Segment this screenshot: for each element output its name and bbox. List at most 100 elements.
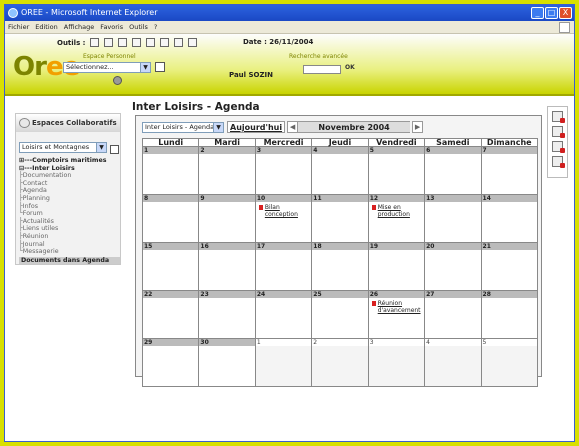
day-number[interactable]: 11 (312, 195, 368, 202)
home-icon[interactable] (155, 62, 165, 72)
share-document-icon[interactable] (552, 156, 565, 168)
menu-help[interactable]: ? (154, 23, 157, 31)
day-number[interactable]: 19 (368, 243, 425, 250)
home-icon[interactable] (110, 145, 119, 154)
close-button[interactable]: X (559, 7, 572, 19)
day-cell[interactable]: 12 Mise en production (367, 194, 426, 243)
event-link[interactable]: Réunion d'avancement (369, 298, 424, 314)
menu-outils[interactable]: Outils (129, 23, 148, 31)
day-cell[interactable]: 1 (254, 338, 313, 387)
day-number[interactable]: 9 (199, 195, 255, 202)
tree-item[interactable]: └Messagerie (19, 248, 120, 256)
day-cell[interactable]: 19 (367, 242, 426, 291)
day-number[interactable]: 3 (368, 339, 425, 346)
day-cell[interactable]: 8 (141, 194, 200, 243)
day-number[interactable]: 14 (481, 195, 537, 202)
search-icon[interactable] (174, 38, 184, 47)
day-cell[interactable]: 27 (424, 290, 482, 339)
day-number[interactable]: 3 (255, 147, 312, 154)
day-cell[interactable]: 7 (480, 146, 539, 195)
tree-item[interactable]: └Forum (19, 210, 120, 218)
edit-icon[interactable] (104, 38, 114, 47)
day-cell[interactable]: 25 (311, 290, 369, 339)
menu-affichage[interactable]: Affichage (64, 23, 95, 31)
menu-favoris[interactable]: Favoris (100, 23, 123, 31)
tree-item[interactable]: ├Documentation (19, 172, 120, 180)
day-cell[interactable]: 30 (198, 338, 256, 387)
day-number[interactable]: 29 (143, 339, 199, 346)
help-icon[interactable] (146, 38, 156, 47)
day-cell[interactable]: 5 (480, 338, 539, 387)
menu-fichier[interactable]: Fichier (8, 23, 29, 31)
day-number[interactable]: 24 (255, 291, 312, 298)
day-cell[interactable]: 24 (254, 290, 313, 339)
day-number[interactable]: 7 (481, 147, 537, 154)
day-cell[interactable]: 13 (424, 194, 482, 243)
event-link[interactable]: Mise en production (369, 202, 424, 218)
day-number[interactable]: 23 (199, 291, 255, 298)
tree-item[interactable]: ├Réunion (19, 233, 120, 241)
search-ok-button[interactable]: OK (345, 64, 355, 71)
day-cell[interactable]: 26 Réunion d'avancement (367, 290, 426, 339)
advanced-search-link[interactable]: Recherche avancée (289, 53, 348, 60)
day-cell[interactable]: 6 (424, 146, 482, 195)
day-number[interactable]: 27 (425, 291, 481, 298)
day-number[interactable]: 8 (143, 195, 199, 202)
day-number[interactable]: 4 (425, 339, 481, 346)
tree-item[interactable]: ⊞---Comptoirs maritimes (19, 157, 120, 165)
day-number[interactable]: 15 (143, 243, 199, 250)
tree-item[interactable]: ├Journal (19, 241, 120, 249)
day-number[interactable]: 28 (481, 291, 537, 298)
tree-item[interactable]: ├Planning (19, 195, 120, 203)
edit-document-icon[interactable] (552, 126, 565, 138)
day-number[interactable]: 1 (255, 339, 312, 346)
day-number[interactable]: 1 (143, 147, 199, 154)
day-cell[interactable]: 5 (367, 146, 426, 195)
calendar-icon[interactable] (188, 38, 198, 47)
day-cell[interactable]: 15 (141, 242, 200, 291)
day-cell[interactable]: 4 (311, 146, 369, 195)
settings-icon[interactable] (113, 76, 122, 85)
day-cell[interactable]: 2 (198, 146, 256, 195)
day-number[interactable]: 2 (199, 147, 255, 154)
day-cell[interactable]: 21 (480, 242, 539, 291)
day-number[interactable]: 18 (312, 243, 368, 250)
day-cell[interactable]: 20 (424, 242, 482, 291)
day-cell[interactable]: 3 (367, 338, 426, 387)
next-month-button[interactable]: ▶ (412, 121, 424, 133)
upload-document-icon[interactable] (552, 141, 565, 153)
agenda-select[interactable]: Inter Loisirs - Agenda ▼ (142, 121, 224, 133)
notes-icon[interactable] (132, 38, 142, 47)
contacts-icon[interactable] (118, 38, 128, 47)
prev-month-button[interactable]: ◀ (287, 121, 299, 133)
day-number[interactable]: 17 (255, 243, 312, 250)
day-cell[interactable]: 4 (424, 338, 482, 387)
day-cell[interactable]: 10 Bilan conception (254, 194, 313, 243)
day-number[interactable]: 21 (481, 243, 537, 250)
space-select[interactable]: Loisirs et Montagnes ▼ (19, 142, 107, 153)
day-cell[interactable]: 9 (198, 194, 256, 243)
folders-icon[interactable] (160, 38, 170, 47)
day-cell[interactable]: 16 (198, 242, 256, 291)
tree-item[interactable]: ├Agenda (19, 187, 120, 195)
menu-edition[interactable]: Edition (35, 23, 58, 31)
maximize-button[interactable]: □ (545, 7, 558, 19)
day-cell[interactable]: 29 (141, 338, 200, 387)
day-number[interactable]: 26 (368, 291, 425, 298)
day-cell[interactable]: 28 (480, 290, 539, 339)
day-cell[interactable]: 22 (141, 290, 200, 339)
day-cell[interactable]: 11 (311, 194, 369, 243)
day-number[interactable]: 5 (368, 147, 425, 154)
day-cell[interactable]: 1 (141, 146, 200, 195)
day-number[interactable]: 2 (312, 339, 368, 346)
day-number[interactable]: 20 (425, 243, 481, 250)
day-cell[interactable]: 2 (311, 338, 369, 387)
day-number[interactable]: 16 (199, 243, 255, 250)
espace-personnel-link[interactable]: Espace Personnel (83, 53, 136, 60)
day-number[interactable]: 4 (312, 147, 368, 154)
tree-item[interactable]: Documents dans Agenda (19, 256, 120, 265)
day-cell[interactable]: 14 (480, 194, 539, 243)
day-number[interactable]: 13 (425, 195, 481, 202)
personal-space-select[interactable]: Sélectionnez... ▼ (63, 62, 151, 73)
day-number[interactable]: 22 (143, 291, 199, 298)
